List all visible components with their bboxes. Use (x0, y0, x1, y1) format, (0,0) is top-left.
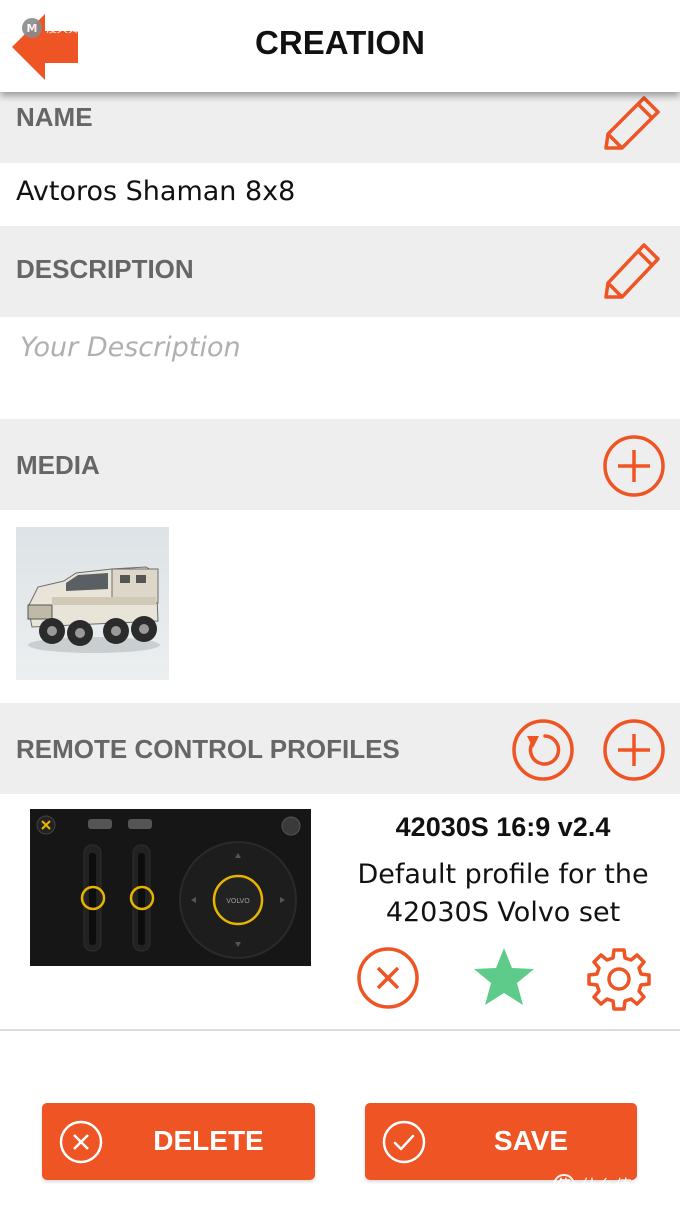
name-section-header: NAME (0, 92, 680, 163)
save-label: SAVE (493, 1125, 569, 1156)
name-value[interactable]: Avtoros Shaman 8x8 (16, 176, 295, 207)
profile-name: 42030S 16:9 v2.4 (395, 812, 611, 842)
delete-label: DELETE (153, 1125, 264, 1156)
profile-description: Default profile for the 42030S Volvo set (357, 859, 649, 928)
save-button[interactable]: SAVE (365, 1103, 637, 1180)
description-label: DESCRIPTION (16, 254, 194, 284)
watermark-icon: 值 (553, 1173, 575, 1196)
add-profile-icon[interactable] (602, 718, 666, 782)
profile-thumbnail[interactable]: VOLVO (30, 809, 311, 966)
watermark-bottom: 值 什么值得买 (553, 1172, 666, 1197)
vehicle-photo[interactable] (16, 527, 169, 680)
refresh-icon[interactable] (511, 718, 575, 782)
pencil-icon[interactable] (600, 241, 666, 303)
gear-icon[interactable] (586, 946, 652, 1012)
profiles-section-header: REMOTE CONTROL PROFILES (0, 703, 680, 794)
page-title: CREATION (255, 24, 425, 61)
app-header: M 漫天舞动漫 CREATION (0, 0, 680, 92)
name-label: NAME (16, 102, 93, 132)
profiles-label: REMOTE CONTROL PROFILES (16, 734, 400, 764)
delete-button[interactable]: DELETE (42, 1103, 315, 1180)
description-section-header: DESCRIPTION (0, 226, 680, 317)
star-icon[interactable] (472, 946, 536, 1008)
add-media-icon[interactable] (602, 434, 666, 498)
watermark-bottom-text: 什么值得买 (581, 1177, 666, 1197)
description-input[interactable] (20, 332, 620, 363)
check-circle-icon (382, 1120, 426, 1164)
delete-profile-icon[interactable] (356, 946, 420, 1010)
pencil-icon[interactable] (600, 94, 666, 154)
media-label: MEDIA (16, 450, 100, 480)
divider (0, 1029, 680, 1031)
delete-circle-icon (59, 1120, 103, 1164)
media-section-header: MEDIA (0, 419, 680, 510)
joystick-label: VOLVO (226, 897, 250, 905)
